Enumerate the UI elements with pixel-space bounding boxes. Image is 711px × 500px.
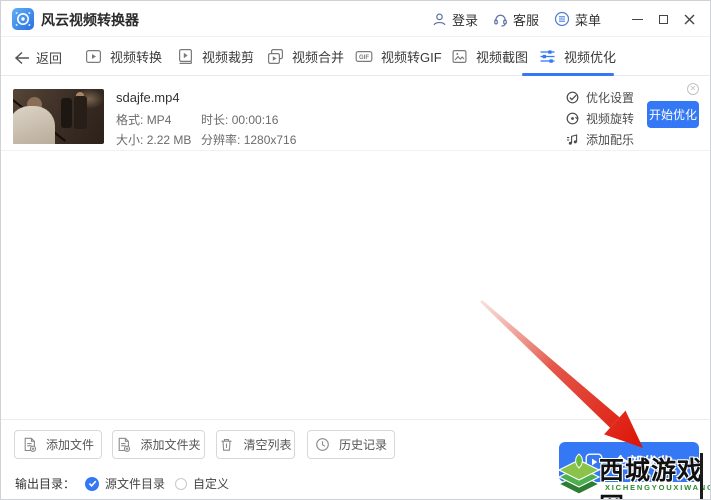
trash-icon bbox=[219, 437, 234, 452]
minimize-icon bbox=[632, 19, 643, 20]
add-folder-button[interactable]: 添加文件夹 bbox=[112, 430, 205, 459]
optimize-sliders-icon bbox=[539, 48, 556, 65]
watermark-divider-bar bbox=[700, 453, 703, 499]
toolbar-divider bbox=[1, 419, 711, 420]
app-title: 风云视频转换器 bbox=[41, 10, 139, 30]
file-resolution: 分辨率: 1280x716 bbox=[201, 131, 296, 148]
headset-icon bbox=[493, 12, 508, 27]
toolbar-button-label: 清空列表 bbox=[243, 436, 291, 453]
video-thumbnail bbox=[13, 89, 104, 144]
tab-video-to-gif[interactable]: GIF 视频转GIF bbox=[355, 47, 442, 66]
file-name: sdajfe.mp4 bbox=[116, 90, 180, 105]
tab-label: 视频转换 bbox=[110, 47, 162, 66]
minimize-button[interactable] bbox=[624, 1, 650, 37]
tab-label: 视频截图 bbox=[476, 47, 528, 66]
screenshot-icon bbox=[451, 48, 468, 65]
action-label: 添加配乐 bbox=[586, 131, 634, 148]
svg-text:GIF: GIF bbox=[359, 55, 369, 61]
radio-custom-directory[interactable]: 自定义 bbox=[175, 475, 229, 492]
file-list-item: sdajfe.mp4 格式: MP4 时长: 00:00:16 大小: 2.22… bbox=[1, 77, 711, 151]
titlebar: 风云视频转换器 登录 客服 bbox=[1, 1, 711, 37]
maximize-icon bbox=[659, 15, 668, 24]
menu-hamburger-icon bbox=[554, 11, 570, 27]
optimize-all-label: 全部优化 bbox=[613, 452, 673, 473]
back-arrow-icon bbox=[14, 51, 30, 65]
output-directory-label: 输出目录： bbox=[15, 475, 75, 492]
optimize-settings-link[interactable]: 优化设置 bbox=[566, 87, 634, 108]
back-button[interactable]: 返回 bbox=[14, 48, 62, 67]
add-file-button[interactable]: 添加文件 bbox=[14, 430, 102, 459]
customer-service-label: 客服 bbox=[513, 10, 539, 29]
radio-label: 自定义 bbox=[193, 475, 229, 492]
tab-label: 视频转GIF bbox=[381, 47, 442, 66]
gif-icon: GIF bbox=[355, 48, 373, 65]
active-tab-underline bbox=[522, 73, 614, 76]
radio-label: 源文件目录 bbox=[105, 475, 165, 492]
toolbar-button-label: 添加文件夹 bbox=[140, 436, 200, 453]
history-button[interactable]: 历史记录 bbox=[307, 430, 395, 459]
clear-list-button[interactable]: 清空列表 bbox=[216, 430, 295, 459]
tab-video-optimize[interactable]: 视频优化 bbox=[539, 47, 616, 66]
file-format: 格式: MP4 bbox=[116, 111, 171, 128]
tab-label: 视频优化 bbox=[564, 47, 616, 66]
video-crop-icon bbox=[177, 48, 194, 65]
tab-video-screenshot[interactable]: 视频截图 bbox=[451, 47, 528, 66]
action-label: 视频旋转 bbox=[586, 110, 634, 127]
check-circle-icon bbox=[566, 91, 579, 104]
close-icon bbox=[684, 14, 695, 25]
video-rotate-link[interactable]: 视频旋转 bbox=[566, 108, 634, 129]
login-label: 登录 bbox=[452, 10, 478, 29]
window-controls bbox=[624, 1, 702, 37]
file-plus-icon bbox=[22, 437, 37, 452]
back-label: 返回 bbox=[36, 48, 62, 67]
toolbar-button-label: 历史记录 bbox=[339, 436, 387, 453]
video-merge-icon bbox=[267, 48, 284, 65]
titlebar-actions: 登录 客服 菜单 bbox=[432, 1, 702, 37]
add-music-link[interactable]: 添加配乐 bbox=[566, 129, 634, 150]
menu-button[interactable]: 菜单 bbox=[554, 10, 601, 29]
radio-unchecked-icon bbox=[175, 478, 187, 490]
watermark-subtext: XICHENGYOUXIWANG bbox=[605, 483, 711, 492]
maximize-button[interactable] bbox=[650, 1, 676, 37]
tab-video-merge[interactable]: 视频合并 bbox=[267, 47, 344, 66]
tab-video-convert[interactable]: 视频转换 bbox=[85, 47, 162, 66]
music-note-icon bbox=[566, 133, 579, 146]
file-duration: 时长: 00:00:16 bbox=[201, 111, 278, 128]
file-size: 大小: 2.22 MB bbox=[116, 131, 191, 148]
tab-video-crop[interactable]: 视频裁剪 bbox=[177, 47, 254, 66]
play-icon bbox=[585, 453, 603, 471]
radio-checked-icon bbox=[85, 477, 99, 491]
rotate-icon bbox=[566, 112, 579, 125]
folder-plus-icon bbox=[116, 437, 131, 452]
file-actions: 优化设置 视频旋转 添加配乐 bbox=[566, 87, 634, 150]
feature-tab-bar: 返回 视频转换 视频裁剪 视频合并 bbox=[1, 38, 711, 76]
close-button[interactable] bbox=[676, 1, 702, 37]
history-clock-icon bbox=[315, 437, 330, 452]
menu-label: 菜单 bbox=[575, 10, 601, 29]
app-logo-icon bbox=[12, 8, 34, 30]
tab-label: 视频裁剪 bbox=[202, 47, 254, 66]
start-optimize-button[interactable]: 开始优化 bbox=[647, 101, 699, 128]
login-person-icon bbox=[432, 12, 447, 27]
radio-source-directory[interactable]: 源文件目录 bbox=[85, 475, 165, 492]
optimize-all-button[interactable]: 全部优化 bbox=[559, 442, 699, 482]
customer-service-button[interactable]: 客服 bbox=[493, 10, 539, 29]
remove-file-icon[interactable]: ✕ bbox=[687, 83, 699, 95]
action-label: 优化设置 bbox=[586, 89, 634, 106]
video-convert-icon bbox=[85, 48, 102, 65]
app-window: 风云视频转换器 登录 客服 bbox=[0, 0, 711, 500]
output-directory-bar: 输出目录： 源文件目录 自定义 bbox=[15, 475, 229, 492]
toolbar-button-label: 添加文件 bbox=[46, 436, 94, 453]
tab-label: 视频合并 bbox=[292, 47, 344, 66]
login-button[interactable]: 登录 bbox=[432, 10, 478, 29]
